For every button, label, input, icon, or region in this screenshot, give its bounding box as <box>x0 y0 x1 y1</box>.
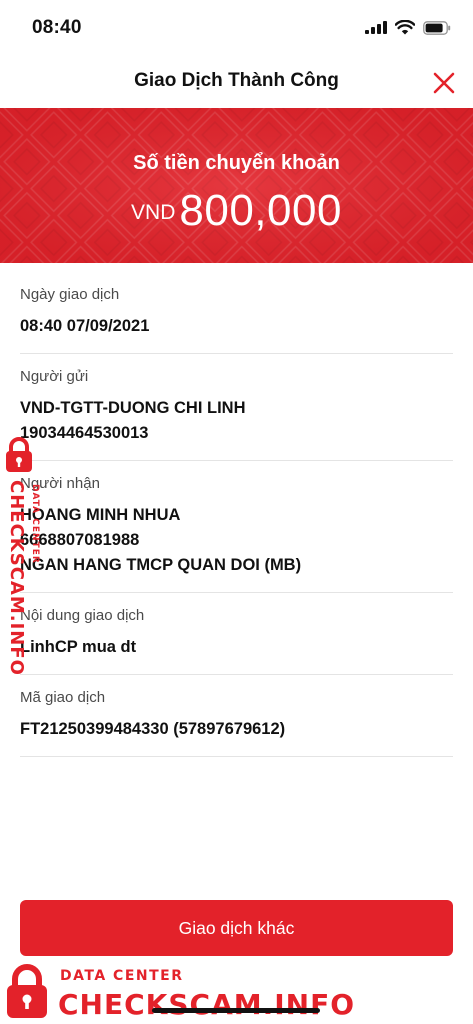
code-label: Mã giao dịch <box>20 689 106 706</box>
lock-icon <box>6 437 32 472</box>
detail-row-code: Mã giao dịch FT21250399484330 (578976796… <box>20 675 453 757</box>
code-value: FT21250399484330 (57897679612) <box>20 720 286 738</box>
status-bar: 08:40 <box>0 0 473 56</box>
date-label: Ngày giao dịch <box>20 286 120 303</box>
cellular-signal-icon <box>365 21 387 34</box>
detail-row-sender: Người gửi VND-TGTT-DUONG CHI LINH 190344… <box>20 354 453 461</box>
bottom-watermark-brand: CHECKSCAM.INFO <box>58 988 356 1021</box>
content-value: LinhCP mua dt <box>20 638 137 656</box>
bottom-watermark-tagline: DATA CENTER <box>60 968 184 984</box>
sender-label: Người gửi <box>20 368 89 385</box>
detail-row-content: Nội dung giao dịch LinhCP mua dt <box>20 593 453 675</box>
amount-label: Số tiền chuyển khoản <box>133 152 340 174</box>
close-button[interactable] <box>427 66 461 100</box>
recipient-label: Người nhận <box>20 475 100 492</box>
lock-icon <box>7 964 47 1018</box>
recipient-bank: NGAN HANG TMCP QUAN DOI (MB) <box>20 556 302 574</box>
recipient-account: 6668807081988 <box>20 531 140 549</box>
sender-name: VND-TGTT-DUONG CHI LINH <box>20 399 246 417</box>
side-watermark-tagline: DATA CENTER <box>30 484 40 564</box>
side-watermark-brand: CHECKSCAM.INFO <box>6 480 27 676</box>
amount-display: VND800,000 <box>0 186 473 236</box>
detail-row-recipient: Người nhận HOANG MINH NHUA 6668807081988… <box>20 461 453 593</box>
amount-currency: VND <box>131 201 176 224</box>
recipient-name: HOANG MINH NHUA <box>20 506 181 524</box>
amount-value: 800,000 <box>179 186 342 235</box>
close-icon <box>433 72 455 94</box>
amount-banner: Số tiền chuyển khoản VND800,000 <box>0 108 473 263</box>
home-indicator[interactable] <box>152 1008 320 1013</box>
detail-row-date: Ngày giao dịch 08:40 07/09/2021 <box>20 272 453 354</box>
date-value: 08:40 07/09/2021 <box>20 317 150 335</box>
status-icons <box>365 20 451 35</box>
battery-icon <box>423 20 451 35</box>
sender-account: 19034464530013 <box>20 424 149 442</box>
other-transaction-button[interactable]: Giao dịch khác <box>20 900 453 956</box>
wifi-icon <box>395 20 415 35</box>
bottom-watermark: DATA CENTER CHECKSCAM.INFO <box>0 960 473 1024</box>
transaction-details: Ngày giao dịch 08:40 07/09/2021 Người gử… <box>20 272 453 757</box>
content-label: Nội dung giao dịch <box>20 607 145 624</box>
side-watermark: CHECKSCAM.INFO DATA CENTER <box>0 436 48 676</box>
page-title: Giao Dịch Thành Công <box>134 70 339 91</box>
status-time: 08:40 <box>32 17 82 38</box>
header: Giao Dịch Thành Công <box>0 56 473 108</box>
